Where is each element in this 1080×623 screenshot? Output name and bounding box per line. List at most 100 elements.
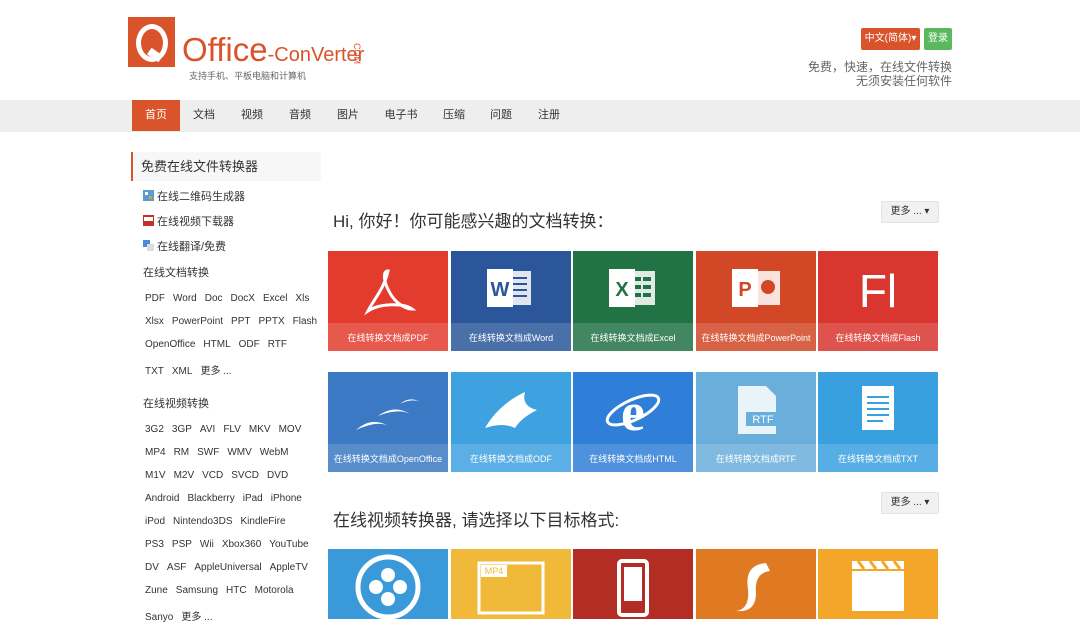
format-link[interactable]: Zune (145, 585, 168, 596)
site-logo[interactable]: Office-ConVerter COM 支持手机、平板电脑和计算机 (128, 17, 378, 83)
format-link[interactable]: AppleTV (270, 562, 308, 573)
format-link[interactable]: VCD (202, 470, 223, 481)
login-button[interactable]: 登录 (924, 28, 952, 50)
format-link[interactable]: Xbox360 (222, 539, 261, 550)
format-link[interactable]: RM (174, 447, 190, 458)
format-link[interactable]: PSP (172, 539, 192, 550)
tile-convert-word[interactable]: W 在线转换文档成Word (451, 251, 571, 351)
tile-video-format[interactable] (573, 549, 693, 619)
format-link[interactable]: YouTube (269, 539, 308, 550)
tile-label: 在线转换文档成PDF (347, 333, 429, 343)
sidebar: 免费在线文件转换器 在线二维码生成器 在线视频下载器 在线翻译/免费 在线文档转… (131, 152, 324, 623)
video-format-row: Zune Samsung HTC Motorola (145, 585, 302, 596)
format-link[interactable]: Blackberry (187, 493, 234, 504)
sidebar-link-video-downloader[interactable]: 在线视频下载器 (143, 213, 234, 229)
tile-convert-html[interactable]: e 在线转换文档成HTML (573, 372, 693, 472)
format-link[interactable]: PS3 (145, 539, 164, 550)
tile-convert-powerpoint[interactable]: P 在线转换文档成PowerPoint (696, 251, 816, 351)
format-link[interactable]: Android (145, 493, 179, 504)
format-link[interactable]: XML (172, 366, 193, 377)
format-link[interactable]: iPad (243, 493, 263, 504)
tile-convert-pdf[interactable]: 在线转换文档成PDF (328, 251, 448, 351)
video-format-row: Android Blackberry iPad iPhone (145, 493, 310, 504)
nav-audio[interactable]: 音频 (280, 100, 320, 131)
format-link[interactable]: PPT (231, 316, 250, 327)
more-dropdown-button[interactable]: 更多 ... ▾ (881, 201, 939, 223)
tile-convert-rtf[interactable]: RTF 在线转换文档成RTF (696, 372, 816, 472)
sidebar-link-qrcode[interactable]: 在线二维码生成器 (143, 188, 245, 204)
format-link[interactable]: Wii (200, 539, 214, 550)
format-link[interactable]: SVCD (231, 470, 259, 481)
format-link[interactable]: PowerPoint (172, 316, 223, 327)
format-link[interactable]: Doc (205, 293, 223, 304)
tile-convert-excel[interactable]: X 在线转换文档成Excel (573, 251, 693, 351)
format-link[interactable]: HTML (203, 339, 230, 350)
nav-images[interactable]: 图片 (328, 100, 368, 131)
format-link[interactable]: M1V (145, 470, 166, 481)
format-link[interactable]: SWF (197, 447, 219, 458)
tile-label: 在线转换文档成TXT (838, 454, 918, 464)
format-link[interactable]: iPhone (271, 493, 302, 504)
format-link[interactable]: TXT (145, 366, 164, 377)
format-link[interactable]: Xlsx (145, 316, 164, 327)
format-link[interactable]: M2V (174, 470, 195, 481)
tile-convert-txt[interactable]: 在线转换文档成TXT (818, 372, 938, 472)
svg-text:Fl: Fl (859, 265, 897, 317)
format-link[interactable]: WebM (260, 447, 289, 458)
nav-home[interactable]: 首页 (132, 100, 180, 131)
language-dropdown[interactable]: 中文(简体)▾ (861, 28, 920, 50)
translate-icon (143, 240, 154, 251)
tile-convert-odf[interactable]: 在线转换文档成ODF (451, 372, 571, 472)
format-link[interactable]: Word (173, 293, 197, 304)
format-link[interactable]: AppleUniversal (194, 562, 261, 573)
nav-archive[interactable]: 压缩 (434, 100, 474, 131)
flash-player-icon (736, 563, 770, 612)
format-link[interactable]: PDF (145, 293, 165, 304)
sidebar-link-translate[interactable]: 在线翻译/免费 (143, 238, 226, 254)
format-link[interactable]: RTF (268, 339, 287, 350)
format-link[interactable]: MOV (279, 424, 302, 435)
format-link[interactable]: FLV (223, 424, 241, 435)
format-link[interactable]: ODF (239, 339, 260, 350)
format-link[interactable]: MP4 (145, 447, 166, 458)
format-link[interactable]: DVD (267, 470, 288, 481)
format-link[interactable]: 3G2 (145, 424, 164, 435)
format-link[interactable]: Samsung (176, 585, 218, 596)
more-formats-link[interactable]: 更多 ... (181, 612, 212, 623)
format-link[interactable]: DV (145, 562, 159, 573)
format-link[interactable]: Excel (263, 293, 287, 304)
tile-video-format[interactable] (328, 549, 448, 619)
tile-label: 在线转换文档成Excel (590, 333, 676, 343)
sidebar-section-video: 在线视频转换 (143, 398, 209, 410)
tile-video-format[interactable]: MP4 (451, 549, 571, 619)
format-link[interactable]: PPTX (259, 316, 285, 327)
format-link[interactable]: ASF (167, 562, 186, 573)
more-formats-link[interactable]: 更多 ... (200, 366, 231, 377)
format-link[interactable]: iPod (145, 516, 165, 527)
nav-faq[interactable]: 问题 (481, 100, 521, 131)
format-link[interactable]: KindleFire (241, 516, 286, 527)
format-link[interactable]: 3GP (172, 424, 192, 435)
format-link[interactable]: WMV (227, 447, 251, 458)
format-link[interactable]: Xls (295, 293, 309, 304)
tile-video-format[interactable] (818, 549, 938, 619)
tile-video-format[interactable] (696, 549, 816, 619)
nav-ebook[interactable]: 电子书 (378, 100, 424, 131)
format-link[interactable]: HTC (226, 585, 247, 596)
format-link[interactable]: OpenOffice (145, 339, 195, 350)
format-link[interactable]: Motorola (255, 585, 294, 596)
tile-convert-flash[interactable]: Fl 在线转换文档成Flash (818, 251, 938, 351)
format-link[interactable]: Nintendo3DS (173, 516, 232, 527)
nav-documents[interactable]: 文档 (184, 100, 224, 131)
format-link[interactable]: AVI (200, 424, 215, 435)
format-link[interactable]: Sanyo (145, 612, 173, 623)
logo-com: COM (352, 43, 362, 64)
format-link[interactable]: DocX (231, 293, 255, 304)
nav-video[interactable]: 视频 (232, 100, 272, 131)
sidebar-heading[interactable]: 免费在线文件转换器 (131, 152, 321, 181)
format-link[interactable]: Flash (293, 316, 317, 327)
more-dropdown-button[interactable]: 更多 ... ▾ (881, 492, 939, 514)
format-link[interactable]: MKV (249, 424, 271, 435)
nav-register[interactable]: 注册 (529, 100, 569, 131)
tile-convert-openoffice[interactable]: 在线转换文档成OpenOffice (328, 372, 448, 472)
